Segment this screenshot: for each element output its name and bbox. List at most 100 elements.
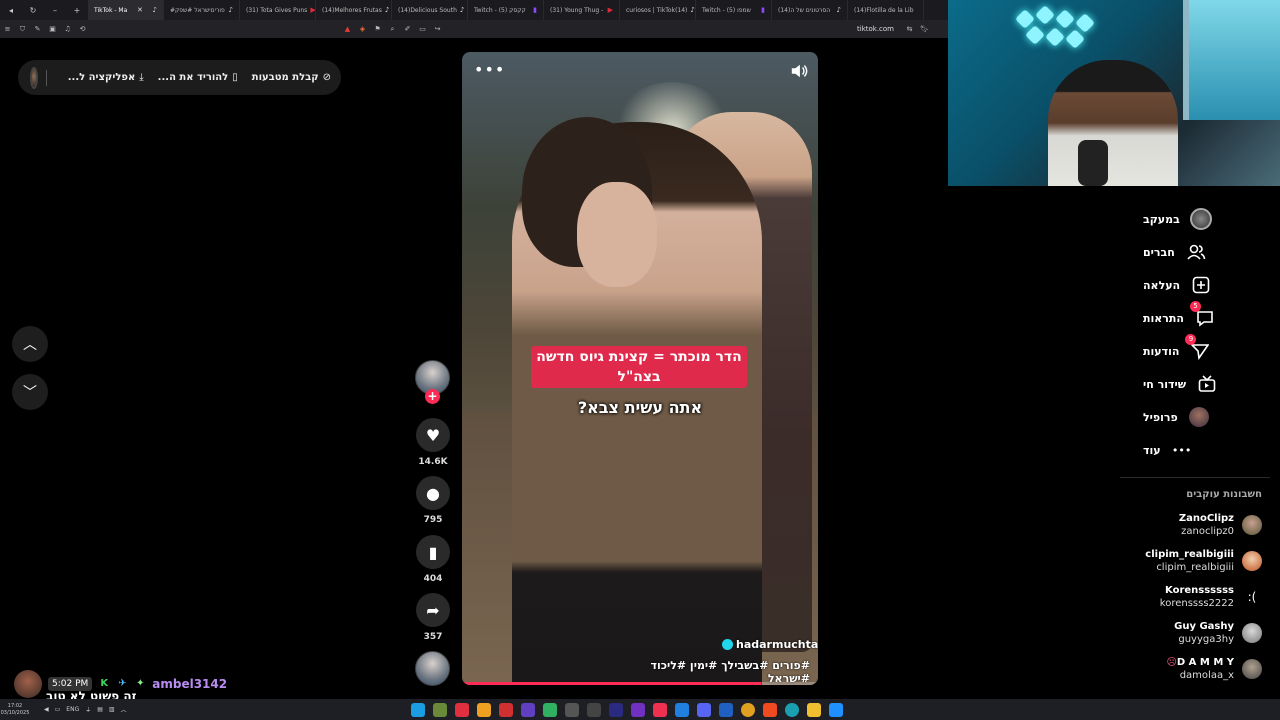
music-app-icon[interactable] — [652, 702, 667, 717]
share-action[interactable]: ➦ 357 — [414, 593, 452, 642]
download-app-button[interactable]: ▯ להוריד את ה... — [158, 72, 238, 83]
cast-icon[interactable]: ▭ — [415, 25, 430, 33]
sidebar-icon[interactable]: ▣ — [45, 25, 60, 33]
brave-rewards-icon[interactable]: ▲ — [340, 25, 355, 33]
brave-shield-icon[interactable]: ◈ — [355, 25, 370, 33]
app-icon[interactable] — [674, 702, 689, 717]
get-coins-button[interactable]: ⊘ קבלת מטבעות — [252, 72, 331, 83]
video-progress-bar[interactable] — [462, 682, 818, 685]
account-handle: zanoclipz0 — [1181, 526, 1234, 537]
browser-tab[interactable]: (14)Flotilla de la Lib — [848, 0, 924, 20]
premiere-icon[interactable] — [608, 702, 623, 717]
file-explorer-icon[interactable] — [806, 702, 821, 717]
follow-plus-icon[interactable]: + — [425, 389, 440, 404]
brave-icon[interactable] — [762, 702, 777, 717]
close-tab-icon[interactable]: ✕ — [137, 6, 143, 14]
reload-icon[interactable]: ↻ — [22, 6, 44, 15]
music-disc-avatar[interactable] — [415, 651, 450, 686]
app-icon[interactable] — [520, 702, 535, 717]
mic-tray-icon[interactable]: ⏚ — [85, 705, 91, 714]
bookmark-icon[interactable]: ▮ — [416, 535, 450, 569]
tray-icon[interactable]: ▤ — [97, 706, 103, 713]
browser-tab[interactable]: (31) Tota Gives Puns ▶ — [240, 0, 316, 20]
sidebar-item-upload[interactable]: העלאה — [1143, 273, 1263, 297]
following-account[interactable]: ZanoClipz zanoclipz0 — [1122, 509, 1262, 541]
app-icon[interactable] — [498, 702, 513, 717]
browser-tab[interactable]: TikTok - Ma ✕ ♪ — [88, 0, 164, 20]
pen-icon[interactable]: ✐ — [400, 25, 415, 33]
back-nav-icon[interactable]: ◂ — [0, 6, 22, 15]
sync-icon[interactable]: ⇆ — [902, 25, 917, 33]
browser-tab[interactable]: (14)Melhores Frutas ♪ — [316, 0, 392, 20]
app-icon[interactable] — [718, 702, 733, 717]
previous-video-button[interactable]: ︿ — [12, 326, 48, 362]
sidebar-item-profile[interactable]: פרופיל — [1143, 405, 1263, 429]
share-icon[interactable]: ➦ — [416, 593, 450, 627]
minecraft-icon[interactable] — [432, 702, 447, 717]
video-progress-fill — [462, 682, 762, 685]
user-avatar[interactable] — [30, 66, 38, 89]
account-name: Guy Gashy — [1174, 621, 1234, 632]
windows-taskbar: 17:02 03/10/2025 ◀ ▭ ENG ⏚ ▤ ▥ ︿ — [0, 699, 1280, 720]
browser-tab[interactable]: Twitch - קקסק (5) ▮ — [468, 0, 544, 20]
search-icon[interactable]: ⌕ — [385, 25, 400, 34]
browser-tab[interactable]: curiosos | TikTok(14) ♪ — [620, 0, 696, 20]
volume-tray-icon[interactable]: ◀ — [44, 706, 49, 713]
video-player[interactable]: ••• הדר מוכתר = קצינת גיוס חדשה בצה"ל את… — [462, 52, 818, 685]
browser-tab[interactable]: #פוריםישראל #שפק ♪ — [164, 0, 240, 20]
sidebar-item-more[interactable]: ••• עוד — [1143, 438, 1263, 462]
tool-icon[interactable]: ✎ — [30, 25, 45, 33]
music-icon[interactable]: ♫ — [60, 25, 75, 33]
settings-icon[interactable] — [564, 702, 579, 717]
network-tray-icon[interactable]: ▭ — [55, 706, 61, 713]
translate-icon[interactable]: ⚑ — [370, 25, 385, 33]
sidebar-item-friends[interactable]: חברים — [1143, 240, 1263, 264]
heart-icon[interactable]: ♥ — [416, 418, 450, 452]
share-icon[interactable]: ↪ — [430, 25, 445, 33]
shield-icon[interactable]: ⛉ — [15, 25, 30, 34]
discord-icon[interactable] — [696, 702, 711, 717]
browser-tab[interactable]: Twitch - שמפו (5) ▮ — [696, 0, 772, 20]
comment-icon[interactable]: ● — [416, 476, 450, 510]
video-author[interactable]: hadarmuchtar — [722, 638, 818, 651]
volume-icon[interactable] — [790, 62, 808, 80]
tray-icon[interactable]: ▥ — [109, 706, 115, 713]
app-icon[interactable] — [630, 702, 645, 717]
windows-start-icon[interactable] — [828, 702, 843, 717]
minimize-icon[interactable]: – — [44, 6, 66, 15]
app-icon[interactable] — [454, 702, 469, 717]
browser-tab[interactable]: (14)הסרטונים של ה ♪ — [772, 0, 848, 20]
browser-tab[interactable]: (31) Young Thug - ▶ — [544, 0, 620, 20]
following-account[interactable]: clipim_realbigiii clipim_realbigiii — [1122, 545, 1262, 577]
app-download-button[interactable]: ⤓ אפליקציה ל... — [68, 72, 144, 83]
extension-icon[interactable]: ⟲ — [75, 25, 90, 33]
chrome-icon[interactable] — [740, 702, 755, 717]
like-action[interactable]: ♥ 14.6K — [414, 418, 452, 467]
sidebar-item-live[interactable]: שידור חי — [1143, 372, 1263, 396]
next-video-button[interactable]: ﹀ — [12, 374, 48, 410]
sidebar-item-messages[interactable]: 9 הודעות — [1143, 334, 1263, 363]
sidebar-item-inbox[interactable]: 5 התראות — [1143, 301, 1263, 330]
following-account[interactable]: Guy Gashy guyyga3hy — [1122, 617, 1262, 649]
app-icon[interactable] — [542, 702, 557, 717]
sidebar-item-following[interactable]: במעקב — [1143, 207, 1263, 231]
language-indicator[interactable]: ENG — [66, 706, 79, 713]
browser-tab[interactable]: (14)Delicious South ♪ — [392, 0, 468, 20]
clock-date: 03/10/2025 — [0, 709, 30, 716]
clock[interactable]: 17:02 03/10/2025 — [0, 703, 30, 717]
following-account[interactable]: ☹D A M M Ydamolaa_x — [1122, 653, 1262, 685]
edge-icon[interactable] — [784, 702, 799, 717]
new-tab-icon[interactable]: + — [66, 6, 88, 15]
following-account[interactable]: Korenssssss korenssss2222 :( — [1122, 581, 1262, 613]
app-icon[interactable] — [476, 702, 491, 717]
save-action[interactable]: ▮ 404 — [414, 535, 452, 584]
sidebar-item-label: התראות — [1143, 311, 1184, 325]
url-text[interactable]: tiktok.com — [857, 25, 894, 33]
tray-overflow-icon[interactable]: ︿ — [121, 705, 127, 714]
app-icon[interactable] — [586, 702, 601, 717]
steam-icon[interactable] — [410, 702, 425, 717]
comment-action[interactable]: ● 795 — [414, 476, 452, 525]
bookmark-icon[interactable]: 🔖︎ — [917, 25, 932, 33]
more-options-icon[interactable]: ••• — [474, 60, 505, 79]
menu-icon[interactable]: ≡ — [0, 25, 15, 33]
